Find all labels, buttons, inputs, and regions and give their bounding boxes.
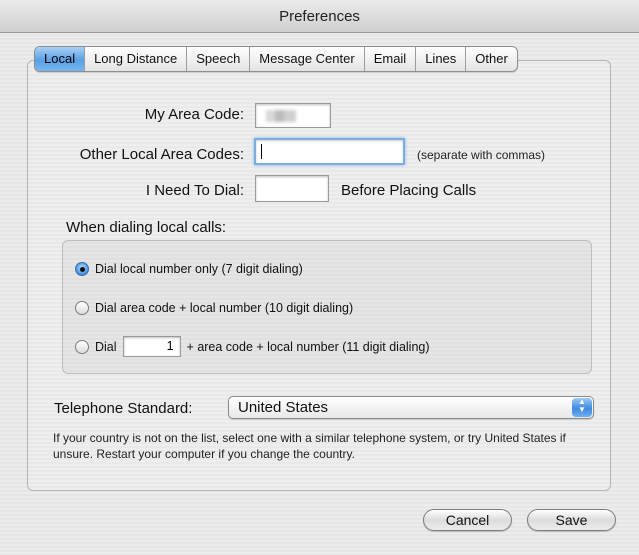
tab-email[interactable]: Email	[365, 47, 417, 71]
tab-local[interactable]: Local	[35, 47, 86, 71]
radio-label-suffix: + area code + local number (11 digit dia…	[186, 339, 430, 354]
before-placing-label: Before Placing Calls	[341, 182, 477, 199]
other-codes-input[interactable]	[254, 138, 405, 165]
telephone-standard-help: If your country is not on the list, sele…	[53, 431, 566, 461]
tab-lines[interactable]: Lines	[416, 47, 467, 71]
radio-option-7-digit[interactable]: Dial local number only (7 digit dialing)	[75, 262, 303, 276]
other-codes-hint: (separate with commas)	[417, 148, 546, 162]
tab-message-center[interactable]: Message Center	[250, 47, 365, 71]
area-code-field[interactable]	[255, 103, 331, 128]
need-to-dial-label: I Need To Dial:	[145, 182, 244, 199]
redacted-area-code	[266, 110, 296, 122]
area-code-label: My Area Code:	[144, 106, 244, 123]
radio-button-checked[interactable]	[75, 262, 89, 276]
radio-label-prefix: Dial	[95, 339, 117, 354]
tab-other[interactable]: Other	[466, 47, 517, 71]
radio-label: Dial area code + local number (10 digit …	[95, 301, 354, 315]
other-codes-label: Other Local Area Codes:	[79, 146, 244, 163]
selected-country: United States	[238, 399, 329, 416]
radio-button[interactable]	[75, 339, 89, 354]
radio-label: Dial local number only (7 digit dialing)	[95, 262, 303, 276]
save-button[interactable]: Save	[527, 509, 616, 531]
dialing-heading: When dialing local calls:	[66, 219, 227, 236]
need-to-dial-input[interactable]	[255, 175, 329, 202]
telephone-standard-select[interactable]: United States ▲ ▼	[228, 396, 594, 419]
tab-speech[interactable]: Speech	[187, 47, 251, 71]
dial-prefix-input[interactable]: 1	[122, 336, 181, 357]
popup-arrows-icon: ▲ ▼	[572, 398, 592, 417]
radio-button[interactable]	[75, 301, 89, 315]
radio-option-11-digit[interactable]: Dial 1 + area code + local number (11 di…	[75, 336, 430, 357]
tab-long-distance[interactable]: Long Distance	[85, 47, 188, 71]
tab-bar: Local Long Distance Speech Message Cente…	[34, 46, 518, 72]
title-bar: Preferences	[0, 0, 639, 33]
radio-option-10-digit[interactable]: Dial area code + local number (10 digit …	[75, 301, 353, 315]
telephone-standard-label: Telephone Standard:	[54, 400, 193, 417]
cancel-button[interactable]: Cancel	[423, 509, 512, 531]
window-title: Preferences	[279, 8, 360, 25]
text-caret	[261, 144, 262, 159]
